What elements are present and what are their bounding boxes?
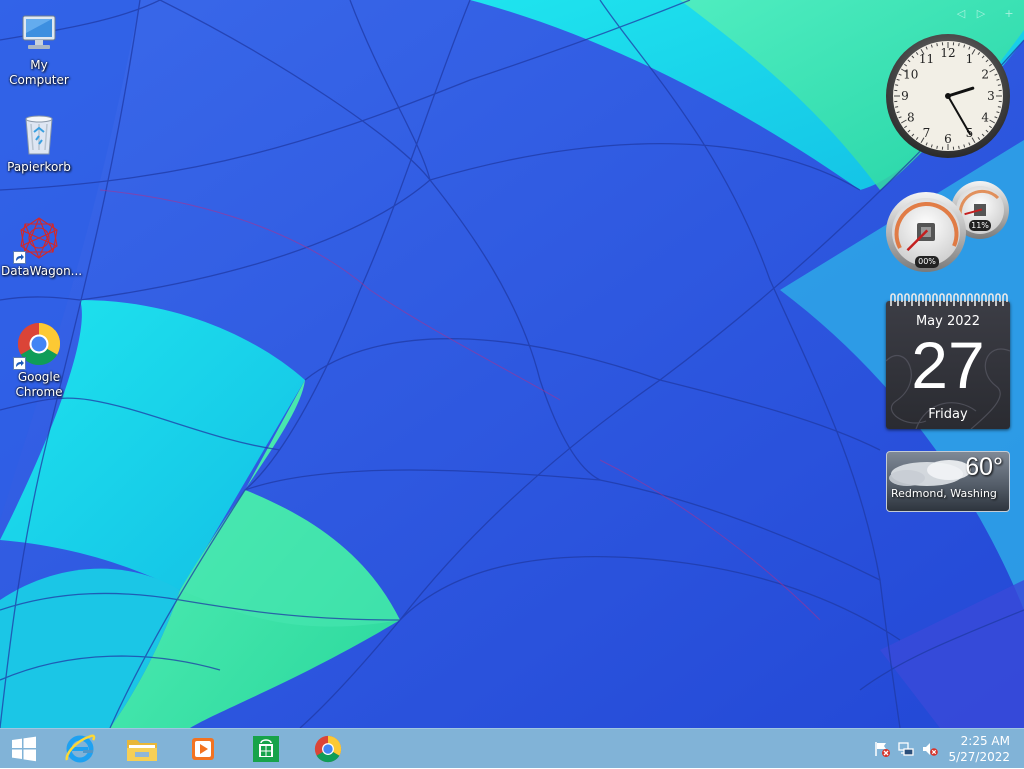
taskbar-google-chrome[interactable] [298,729,358,769]
recycle-bin-icon [15,110,63,158]
desktop-icon-label: Papierkorb [1,160,77,175]
clock-gadget[interactable]: 121234567891011 [884,32,1012,160]
clock-tick [895,85,898,86]
clock-numeral: 1 [966,52,974,66]
clock-face: 121234567891011 [884,32,1012,160]
wallpaper [0,0,1024,728]
clock-numeral: 4 [981,111,989,125]
calendar-ring [933,294,937,306]
media-player-icon [189,734,219,764]
calendar-ring [898,294,902,306]
weather-gadget[interactable]: 60° Redmond, Washing [886,451,1010,512]
calendar-ring [919,294,923,306]
calendar-ring [891,294,895,306]
desktop-icon-datawagon[interactable]: DataWagon... [1,214,77,279]
gadget-prev-icon[interactable]: ◁ [955,8,967,20]
calendar-gadget[interactable]: May 2022 27 Friday [886,293,1011,431]
calendar-binding-rings [886,293,1010,307]
store-icon [251,734,281,764]
clock-numeral: 6 [944,132,952,146]
calendar-ring [905,294,909,306]
clock-tick [895,107,898,108]
clock-tick [998,85,1001,86]
desktop-icon-label: My Computer [1,58,77,88]
chrome-icon [15,320,63,368]
calendar-ring [982,294,986,306]
calendar-page: May 2022 27 Friday [886,301,1010,429]
calendar-ring [940,294,944,306]
taskbar-file-explorer[interactable] [112,729,172,769]
cpu-meter-gadget[interactable]: 00% 11% [884,178,1012,274]
calendar-day: 27 [886,330,1010,400]
calendar-ring [968,294,972,306]
shortcut-arrow-icon [13,251,26,264]
network-icon[interactable] [898,741,914,757]
taskbar-clock[interactable]: 2:25 AM 5/27/2022 [948,733,1010,765]
taskbar-store[interactable] [236,729,296,769]
taskbar-internet-explorer[interactable] [50,729,110,769]
clock-numeral: 12 [940,46,955,60]
desktop-icon-my-computer[interactable]: My Computer [1,8,77,88]
ie-icon [63,732,97,766]
datawagon-icon [15,214,63,262]
clock-numeral: 7 [923,126,931,140]
calendar-ring [975,294,979,306]
clock-numeral: 8 [907,111,915,125]
memory-percent-label: 11% [969,220,991,231]
clock-tick [959,146,960,149]
taskbar: 2:25 AM 5/27/2022 [0,728,1024,768]
windows-logo-icon [10,735,38,763]
calendar-weekday: Friday [886,407,1010,422]
volume-muted-icon[interactable] [922,741,938,757]
taskbar-date: 5/27/2022 [948,749,1010,765]
calendar-ring [996,294,1000,306]
action-center-flag-icon[interactable] [874,741,890,757]
calendar-ring [1003,294,1007,306]
clock-tick [937,146,938,149]
weather-temperature: 60° [965,453,1003,482]
clock-tick [959,43,960,46]
desktop-icon-google-chrome[interactable]: Google Chrome [1,320,77,400]
clock-numeral: 3 [987,89,995,103]
folder-icon [125,734,159,764]
clock-numeral: 9 [901,89,909,103]
clock-numeral: 2 [981,68,989,82]
computer-icon [15,8,63,56]
calendar-ring [954,294,958,306]
cpu-percent-label: 00% [915,256,939,268]
clock-tick [937,43,938,46]
desktop-icon-label: DataWagon... [1,264,77,279]
clock-numeral: 11 [919,52,934,66]
clock-tick [998,107,1001,108]
taskbar-windows-media-player[interactable] [174,729,234,769]
desktop: My Computer Papierkorb [0,0,1024,728]
calendar-ring [912,294,916,306]
clock-numeral: 10 [903,68,918,82]
weather-location: Redmond, Washing [891,487,997,500]
start-button[interactable] [0,729,48,769]
chrome-icon [313,734,343,764]
gadget-next-icon[interactable]: ▷ [975,8,987,20]
calendar-ring [947,294,951,306]
shortcut-arrow-icon [13,357,26,370]
calendar-ring [926,294,930,306]
calendar-month: May 2022 [886,314,1010,329]
taskbar-time: 2:25 AM [948,733,1010,749]
desktop-icon-label: Google Chrome [9,370,69,400]
calendar-ring [989,294,993,306]
gadget-add-icon[interactable]: + [1003,8,1015,20]
desktop-icon-recycle-bin[interactable]: Papierkorb [1,110,77,175]
calendar-ring [961,294,965,306]
